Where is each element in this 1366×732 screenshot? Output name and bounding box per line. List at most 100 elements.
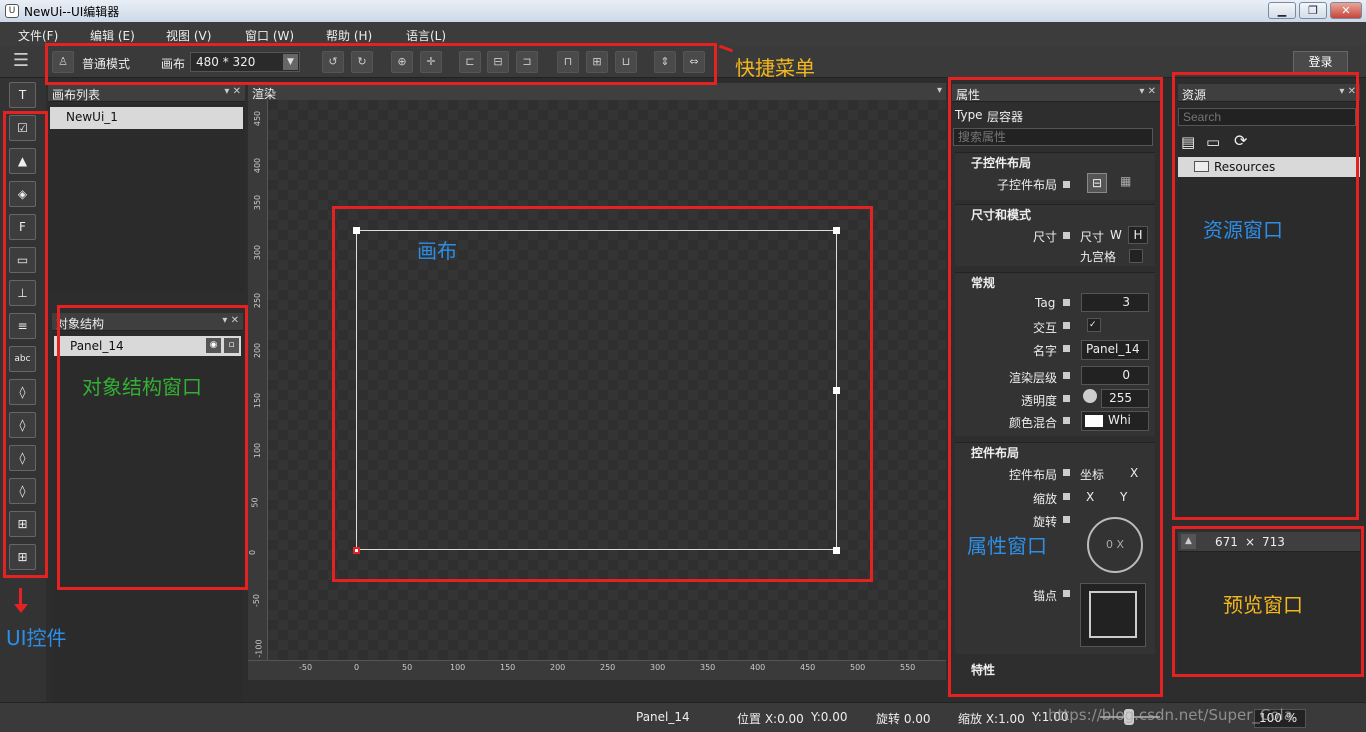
color-swatch[interactable] xyxy=(1085,415,1103,427)
section-title[interactable]: 子控件布局 xyxy=(971,154,1031,171)
render-header: 渲染 ▾ xyxy=(248,83,946,101)
rotate-right-icon[interactable]: ↻ xyxy=(351,51,373,73)
distribute-h-icon[interactable]: ⇔ xyxy=(683,51,705,73)
canvas-list-body: NewUi_1 xyxy=(48,103,245,293)
resource-search-input[interactable] xyxy=(1178,108,1356,126)
menu-edit[interactable]: 编辑 (E) xyxy=(90,27,135,44)
lock-icon[interactable]: ▫ xyxy=(224,338,239,353)
eye-icon[interactable]: ◉ xyxy=(206,338,221,353)
grid2-tool-icon[interactable]: ⊞ xyxy=(9,544,36,570)
tree-item[interactable]: Panel_14 ◉ ▫ xyxy=(54,336,241,356)
hamburger-icon[interactable]: ☰ xyxy=(10,51,32,73)
canvas-size-value: 480 * 320 xyxy=(196,55,256,69)
prop-label: 透明度 xyxy=(1021,394,1058,408)
interact-checkbox[interactable]: ✓ xyxy=(1087,318,1101,332)
close-button[interactable]: ✕ xyxy=(1330,2,1362,19)
opacity-field[interactable]: 255 xyxy=(1101,389,1149,408)
text-tool-icon[interactable]: T xyxy=(9,82,36,108)
align-center-v-icon[interactable]: ⊞ xyxy=(586,51,608,73)
minimize-button[interactable]: ▁ xyxy=(1268,2,1296,19)
ruler-tick: 300 xyxy=(650,663,666,672)
section-title[interactable]: 控件布局 xyxy=(971,444,1019,461)
maximize-button[interactable]: ❐ xyxy=(1299,2,1327,19)
menu-view[interactable]: 视图 (V) xyxy=(166,27,211,44)
list-tool-icon[interactable]: ≡ xyxy=(9,313,36,339)
resize-handle[interactable] xyxy=(353,227,360,234)
prop-flag[interactable] xyxy=(1063,322,1070,329)
image-tool-icon[interactable]: ▲ xyxy=(9,148,36,174)
layer3-tool-icon[interactable]: ◊ xyxy=(9,445,36,471)
layout-grid-icon[interactable]: ▦ xyxy=(1120,174,1131,188)
align-left-icon[interactable]: ⊏ xyxy=(459,51,481,73)
panel-controls-icon[interactable]: ▾ ✕ xyxy=(224,86,241,97)
mode-label[interactable]: 普通模式 xyxy=(82,55,130,72)
snap-icon[interactable]: ✛ xyxy=(420,51,442,73)
property-search-input[interactable] xyxy=(953,128,1153,146)
prop-flag[interactable] xyxy=(1063,516,1070,523)
ruler-tick: 50 xyxy=(402,663,413,672)
align-right-icon[interactable]: ⊐ xyxy=(516,51,538,73)
type-label: Type xyxy=(955,108,983,122)
chevron-down-icon: ▼ xyxy=(283,54,298,70)
panel-controls-icon[interactable]: ▾ ✕ xyxy=(1139,86,1156,97)
slider-tool-icon[interactable]: ⊥ xyxy=(9,280,36,306)
prop-flag[interactable] xyxy=(1063,181,1070,188)
resize-handle[interactable] xyxy=(833,387,840,394)
center-icon[interactable]: ⊕ xyxy=(391,51,413,73)
prop-flag[interactable] xyxy=(1063,395,1070,402)
tag-tool-icon[interactable]: ◈ xyxy=(9,181,36,207)
section-title[interactable]: 常规 xyxy=(971,274,995,291)
prop-label: 子控件布局 xyxy=(997,178,1058,192)
align-center-h-icon[interactable]: ⊟ xyxy=(487,51,509,73)
menu-help[interactable]: 帮助 (H) xyxy=(326,27,372,44)
font-tool-icon[interactable]: F xyxy=(9,214,36,240)
layer-tool-icon[interactable]: ◊ xyxy=(9,379,36,405)
prop-flag[interactable] xyxy=(1063,590,1070,597)
folder-open-icon[interactable]: ▭ xyxy=(1206,133,1220,151)
menu-window[interactable]: 窗口 (W) xyxy=(245,27,294,44)
section-title[interactable]: 特性 xyxy=(971,661,995,678)
align-top-icon[interactable]: ⊓ xyxy=(557,51,579,73)
progress-tool-icon[interactable]: ▭ xyxy=(9,247,36,273)
collapse-icon[interactable]: ▲ xyxy=(1181,534,1196,549)
panel-controls-icon[interactable]: ▾ ✕ xyxy=(222,315,239,326)
prop-flag[interactable] xyxy=(1063,299,1070,306)
section-title[interactable]: 尺寸和模式 xyxy=(971,206,1031,223)
checkbox-tool-icon[interactable]: ☑ xyxy=(9,115,36,141)
resize-handle[interactable] xyxy=(833,547,840,554)
menu-language[interactable]: 语言(L) xyxy=(406,27,446,44)
anchor-handle[interactable] xyxy=(353,547,360,554)
resize-handle[interactable] xyxy=(833,227,840,234)
size-h-field[interactable]: H xyxy=(1128,226,1148,244)
login-button[interactable]: 登录 xyxy=(1293,51,1348,73)
prop-flag[interactable] xyxy=(1063,417,1070,424)
name-field[interactable]: Panel_14 xyxy=(1081,340,1149,360)
canvas-size-select[interactable]: 480 * 320 ▼ xyxy=(190,52,300,72)
prop-flag[interactable] xyxy=(1063,345,1070,352)
distribute-v-icon[interactable]: ⇕ xyxy=(654,51,676,73)
layout-box-icon[interactable]: ⊟ xyxy=(1087,173,1107,193)
align-bottom-icon[interactable]: ⊔ xyxy=(615,51,637,73)
render-level-field[interactable]: 0 xyxy=(1081,366,1149,385)
panel-controls-icon[interactable]: ▾ ✕ xyxy=(1339,86,1356,97)
canvas-frame[interactable] xyxy=(356,230,837,550)
list-item[interactable]: NewUi_1 xyxy=(50,107,243,129)
window-title: NewUi--UI编辑器 xyxy=(24,5,120,19)
prop-flag[interactable] xyxy=(1063,469,1070,476)
panel-menu-icon[interactable]: ▾ xyxy=(937,85,942,96)
prop-flag[interactable] xyxy=(1063,232,1070,239)
refresh-icon[interactable]: ⟳ xyxy=(1234,131,1247,150)
input-tool-icon[interactable]: abc xyxy=(9,346,36,372)
opacity-slider-knob[interactable] xyxy=(1083,389,1097,403)
layer4-tool-icon[interactable]: ◊ xyxy=(9,478,36,504)
mode-icon[interactable]: ♙ xyxy=(52,51,74,73)
layer2-tool-icon[interactable]: ◊ xyxy=(9,412,36,438)
prop-flag[interactable] xyxy=(1063,372,1070,379)
rotate-left-icon[interactable]: ↺ xyxy=(322,51,344,73)
menu-file[interactable]: 文件(F) xyxy=(18,27,58,44)
prop-flag[interactable] xyxy=(1063,493,1070,500)
tag-field[interactable]: 3 xyxy=(1081,293,1149,312)
nine-slice-checkbox[interactable] xyxy=(1129,249,1143,263)
new-file-icon[interactable]: ▤ xyxy=(1181,133,1195,151)
grid-tool-icon[interactable]: ⊞ xyxy=(9,511,36,537)
